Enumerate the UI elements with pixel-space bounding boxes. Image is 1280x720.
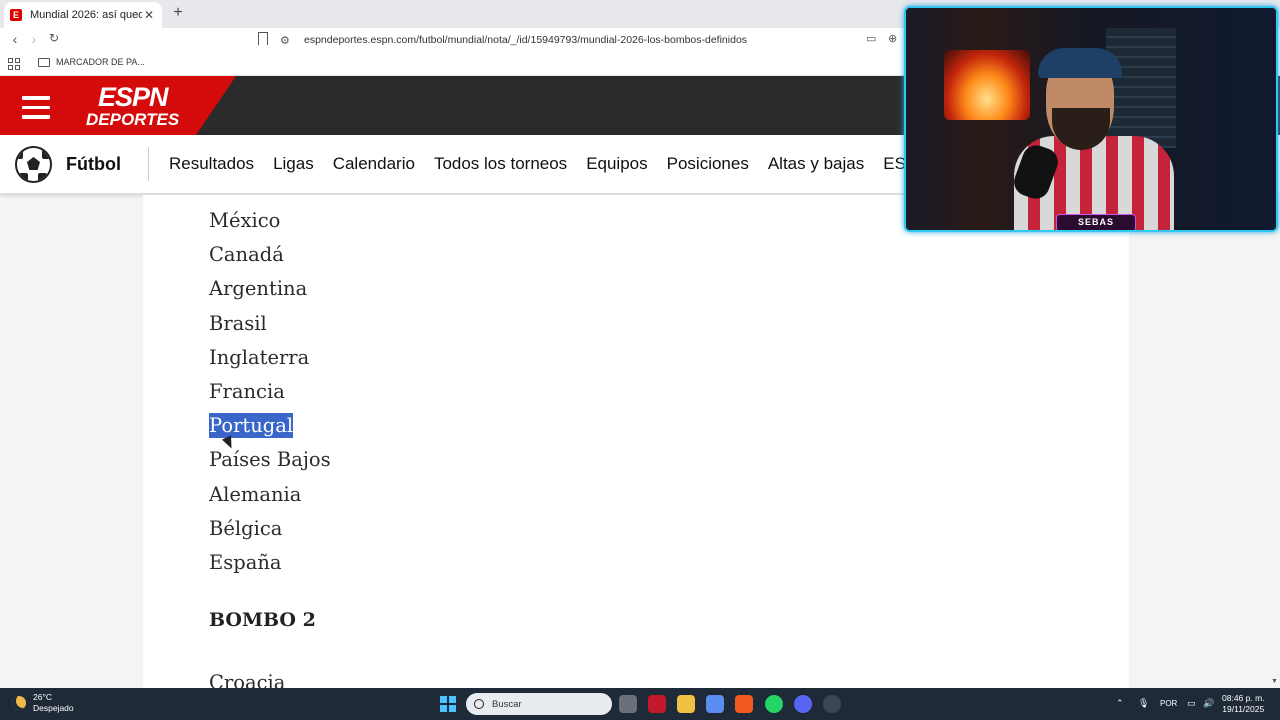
- scroll-down-icon[interactable]: ▼: [1271, 678, 1278, 685]
- list-item: Bélgica: [209, 516, 283, 540]
- taskbar: 26°C Despejado Buscar ⌃ 🎙 POR ▭ 🔊 08:46 …: [0, 688, 1280, 720]
- bookmark-folder-label: MARCADOR DE PA...: [56, 57, 145, 67]
- nav-ligas[interactable]: Ligas: [273, 154, 314, 174]
- shelf-image: [1106, 28, 1176, 148]
- nav-calendario[interactable]: Calendario: [333, 154, 415, 174]
- search-icon: [474, 699, 484, 709]
- apps-grid-icon[interactable]: [8, 58, 20, 70]
- list-item: Argentina: [209, 277, 308, 301]
- bookmark-icon[interactable]: [258, 32, 268, 45]
- list-item: Croacia: [209, 671, 286, 688]
- selected-text[interactable]: Portugal: [209, 413, 294, 439]
- logo-espn: ESPN: [98, 82, 169, 112]
- network-icon[interactable]: ▭: [1187, 698, 1196, 709]
- app-red-icon[interactable]: [648, 695, 666, 713]
- url-text: espndeportes.espn.com/futbol/mundial/not…: [304, 34, 748, 46]
- reload-icon[interactable]: ↻: [45, 31, 63, 45]
- nav-todos-los-torneos[interactable]: Todos los torneos: [434, 154, 567, 174]
- site-settings-icon[interactable]: ⚙: [280, 34, 294, 47]
- taskbar-search[interactable]: Buscar: [466, 693, 612, 715]
- search-placeholder: Buscar: [492, 698, 522, 710]
- webcam-overlay: SEBAS: [904, 6, 1278, 232]
- obs-icon[interactable]: [823, 695, 841, 713]
- team-list: México Canadá Argentina Brasil Inglaterr…: [209, 207, 331, 583]
- microphone-icon[interactable]: 🎙: [1138, 698, 1149, 709]
- moon-icon: [12, 696, 26, 710]
- system-clock[interactable]: 08:46 p. m. 19/11/2025: [1222, 693, 1265, 715]
- address-bar[interactable]: ⚙ espndeportes.espn.com/futbol/mundial/n…: [280, 30, 910, 50]
- nav-more[interactable]: ES: [883, 154, 906, 174]
- forward-icon[interactable]: ›: [25, 31, 43, 47]
- tab-title: Mundial 2026: así quedaron los: [30, 9, 142, 21]
- weather-widget[interactable]: 26°C Despejado: [12, 692, 74, 714]
- nav-links: Resultados Ligas Calendario Todos los to…: [169, 154, 925, 174]
- task-view-icon[interactable]: [619, 695, 637, 713]
- whatsapp-icon[interactable]: [765, 695, 783, 713]
- espn-favicon-icon: E: [10, 9, 22, 21]
- language-indicator[interactable]: POR: [1160, 699, 1177, 708]
- nav-resultados[interactable]: Resultados: [169, 154, 254, 174]
- list-item: Alemania: [209, 482, 302, 506]
- list-item: Países Bajos: [209, 448, 331, 472]
- chevron-up-icon[interactable]: ⌃: [1116, 698, 1124, 709]
- folder-icon: [38, 57, 50, 67]
- back-icon[interactable]: ‹: [6, 31, 24, 47]
- list-item: Francia: [209, 379, 285, 403]
- copilot-icon[interactable]: [706, 695, 724, 713]
- fireplace-image: [944, 50, 1030, 120]
- bookmark-folder[interactable]: MARCADOR DE PA...: [38, 57, 145, 67]
- section-heading: BOMBO 2: [209, 609, 316, 631]
- list-item: España: [209, 550, 282, 574]
- nav-divider: [148, 147, 149, 181]
- clock-time: 08:46 p. m.: [1222, 693, 1265, 703]
- brave-browser-icon[interactable]: [735, 695, 753, 713]
- clock-date: 19/11/2025: [1222, 704, 1265, 714]
- volume-icon[interactable]: 🔊: [1203, 698, 1214, 709]
- weather-condition: Despejado: [33, 703, 74, 713]
- list-item: Brasil: [209, 311, 267, 335]
- list-item: Canadá: [209, 243, 284, 267]
- tab-active[interactable]: E Mundial 2026: así quedaron los ✕: [4, 2, 162, 28]
- nav-equipos[interactable]: Equipos: [586, 154, 647, 174]
- soccer-ball-icon: [15, 146, 52, 183]
- streamer-cap: [1038, 48, 1122, 78]
- zoom-icon[interactable]: ⊕: [888, 32, 897, 45]
- file-explorer-icon[interactable]: [677, 695, 695, 713]
- cast-icon[interactable]: ▭: [866, 32, 876, 45]
- article-body: México Canadá Argentina Brasil Inglaterr…: [143, 195, 1129, 688]
- logo-deportes: DEPORTES: [86, 110, 180, 129]
- menu-icon[interactable]: [22, 96, 50, 125]
- sport-title[interactable]: Fútbol: [66, 154, 121, 175]
- discord-icon[interactable]: [794, 695, 812, 713]
- list-item: México: [209, 209, 281, 232]
- new-tab-button[interactable]: +: [170, 4, 186, 22]
- nav-altas-y-bajas[interactable]: Altas y bajas: [768, 154, 864, 174]
- streamer-badge: SEBAS: [1056, 214, 1136, 230]
- nav-posiciones[interactable]: Posiciones: [667, 154, 749, 174]
- scrollbar[interactable]: [1270, 195, 1280, 688]
- tab-close-icon[interactable]: ✕: [142, 8, 156, 22]
- list-item: Inglaterra: [209, 345, 310, 369]
- windows-start-icon[interactable]: [440, 696, 456, 712]
- espn-deportes-logo[interactable]: ESPN DEPORTES: [86, 82, 180, 129]
- temperature: 26°C: [33, 692, 52, 702]
